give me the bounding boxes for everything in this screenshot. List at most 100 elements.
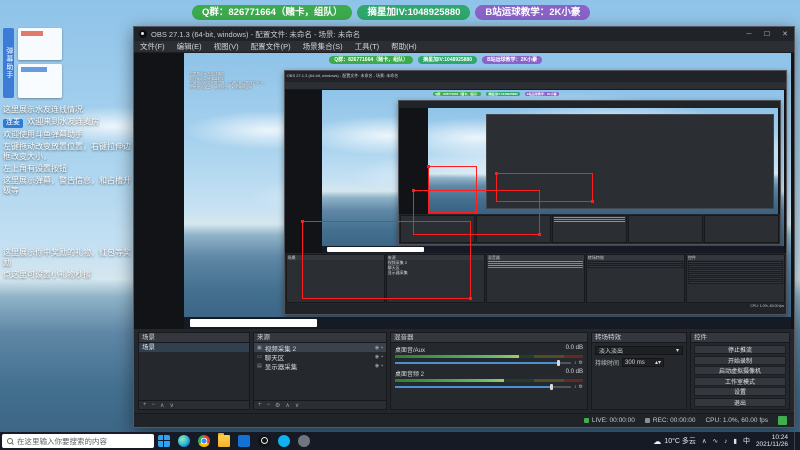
source-selection-rect[interactable]: [426, 165, 478, 214]
volume-slider[interactable]: ♪ ⚙: [395, 359, 583, 366]
studio-mode-button[interactable]: 工作室模式: [694, 376, 786, 386]
menu-file[interactable]: 文件(F): [134, 41, 171, 52]
overlay-chip-row: 连麦 欢迎来到水友连麦房: [3, 117, 135, 128]
obs-titlebar[interactable]: OBS 27.1.3 (64-bit, windows) - 配置文件: 未命名…: [134, 27, 794, 41]
obs-menubar: 文件(F) 编辑(E) 视图(V) 配置文件(P) 场景集合(S) 工具(T) …: [134, 41, 794, 53]
scenes-dock: 场景 场景 + − ∧ ∨: [138, 332, 250, 410]
transitions-dock-title[interactable]: 转场特效: [592, 333, 686, 343]
language-indicator[interactable]: 中: [743, 436, 750, 446]
menu-view[interactable]: 视图(V): [208, 41, 245, 52]
volume-icon[interactable]: ♪: [724, 438, 727, 445]
captured-statusbar: CPU: 1.0%, 60.00 fps: [284, 304, 787, 315]
obs-window: OBS 27.1.3 (64-bit, windows) - 配置文件: 未命名…: [133, 26, 795, 428]
channel-db: 0.0 dB: [565, 345, 583, 351]
obs-taskbar-icon[interactable]: [258, 435, 270, 447]
scenes-list[interactable]: 场景: [139, 343, 249, 400]
tray-expand-icon[interactable]: ∧: [702, 437, 707, 445]
maximize-button[interactable]: ☐: [758, 27, 776, 41]
add-source-button[interactable]: +: [258, 402, 262, 408]
source-selection-rect[interactable]: [301, 220, 472, 300]
channel-settings-icon[interactable]: ⚙: [579, 384, 583, 390]
mixer-dock-title[interactable]: 混音器: [391, 333, 587, 343]
battery-icon[interactable]: ▮: [733, 437, 737, 445]
menu-edit[interactable]: 编辑(E): [171, 41, 208, 52]
search-icon: [7, 438, 13, 444]
taskbar-search[interactable]: 在这里输入你要搜索的内容: [2, 434, 154, 448]
menu-scene-collection[interactable]: 场景集合(S): [297, 41, 349, 52]
taskbar-clock[interactable]: 10:24 2021/11/26: [756, 434, 788, 449]
rec-indicator-icon: [644, 417, 650, 423]
overlay-tip: 欢迎使用斗鱼弹幕助手: [3, 129, 83, 139]
controls-dock-title[interactable]: 控件: [691, 333, 789, 343]
show-desktop-button[interactable]: [794, 432, 797, 450]
visibility-eye-icon[interactable]: ◉: [375, 354, 379, 360]
danmaku-helper-window[interactable]: 弹幕助手: [3, 28, 133, 100]
weather-widget[interactable]: ☁ 10°C 多云: [653, 436, 696, 446]
add-scene-button[interactable]: +: [143, 402, 147, 408]
qq-icon[interactable]: [278, 435, 290, 447]
network-icon[interactable]: ∿: [713, 437, 718, 445]
volume-meter: [395, 379, 583, 382]
duration-label: 持续时间: [595, 361, 620, 367]
bilibili-pill: B站运球教学：2K小豪: [524, 91, 559, 96]
scene-item[interactable]: 场景: [139, 343, 249, 352]
sources-dock-title[interactable]: 来源: [254, 333, 386, 343]
channel-settings-icon[interactable]: ⚙: [579, 360, 583, 366]
transition-select[interactable]: 淡入淡出 ▾: [595, 346, 683, 355]
speaker-icon[interactable]: ♪: [574, 384, 577, 390]
source-down-button[interactable]: ∨: [295, 402, 299, 409]
visibility-eye-icon[interactable]: ◉: [375, 363, 379, 369]
source-row[interactable]: ▤ 显示器采集 ◉ ▪: [254, 361, 386, 371]
source-up-button[interactable]: ∧: [285, 402, 289, 409]
chrome-icon[interactable]: [198, 435, 210, 447]
exit-button[interactable]: 退出: [694, 397, 786, 407]
helper-card-2[interactable]: [18, 64, 62, 98]
remove-source-button[interactable]: −: [267, 402, 271, 408]
menu-profile[interactable]: 配置文件(P): [245, 41, 297, 52]
obs-docks: 场景 场景 + − ∧ ∨ 来源 ▣ 视频采集 2 ◉ ▪ ▭ 聊天区 ◉ ▪ …: [134, 329, 794, 413]
overlay-gift-tip[interactable]: 点这里可设置小礼物秒擦: [3, 270, 135, 280]
store-icon[interactable]: [238, 435, 250, 447]
captured-desktop: Q群：826771664（赌卡，组队） 摘星加IV:1048925880 B站运…: [183, 53, 791, 329]
scene-up-button[interactable]: ∧: [160, 402, 164, 409]
captured-obs-titlebar: [399, 100, 780, 108]
virtual-camera-button[interactable]: 启动虚拟摄像机: [694, 366, 786, 375]
settings-icon[interactable]: [298, 435, 310, 447]
scenes-dock-title[interactable]: 场景: [139, 333, 249, 343]
menu-tools[interactable]: 工具(T): [349, 41, 386, 52]
close-button[interactable]: ✕: [776, 27, 794, 41]
helper-title: 弹幕助手: [5, 47, 13, 79]
volume-meter: [395, 355, 583, 358]
cpu-status: CPU: 1.0%, 60.00 fps: [705, 417, 768, 424]
overlay-links-line: 这里展示水友连线情况: [3, 105, 83, 114]
lock-icon[interactable]: ▪: [381, 363, 383, 369]
file-explorer-icon[interactable]: [218, 433, 230, 447]
scene-down-button[interactable]: ∨: [169, 402, 173, 409]
system-tray: ☁ 10°C 多云 ∧ ∿ ♪ ▮ 中 10:24 2021/11/26: [653, 432, 800, 450]
start-recording-button[interactable]: 开始录制: [694, 355, 786, 365]
speaker-icon[interactable]: ♪: [574, 360, 577, 366]
rec-status: REC: 00:00:00: [644, 417, 695, 424]
edge-icon[interactable]: [178, 435, 190, 447]
captured-obs-titlebar: OBS 27.1.3 (64-bit, windows) - 配置文件: 未命名…: [284, 70, 787, 82]
stop-streaming-button[interactable]: 停止推流: [694, 345, 786, 354]
obs-preview-canvas[interactable]: Q群：826771664（赌卡，组队） 摘星加IV:1048925880 B站运…: [134, 53, 794, 329]
volume-slider[interactable]: ♪ ⚙: [395, 383, 583, 390]
sources-list[interactable]: ▣ 视频采集 2 ◉ ▪ ▭ 聊天区 ◉ ▪ ▤ 显示器采集 ◉ ▪: [254, 343, 386, 400]
obs-logo-icon: [139, 30, 147, 38]
visibility-eye-icon[interactable]: ◉: [375, 345, 379, 351]
lock-icon[interactable]: ▪: [381, 345, 383, 351]
duration-spinner[interactable]: 300 ms ▴▾: [622, 358, 665, 367]
minimize-button[interactable]: ─: [740, 27, 758, 41]
live-indicator-icon: [583, 417, 589, 423]
spinner-arrows-icon[interactable]: ▴▾: [655, 359, 661, 366]
menu-help[interactable]: 帮助(H): [385, 41, 422, 52]
start-button[interactable]: [158, 435, 170, 447]
remove-scene-button[interactable]: −: [152, 402, 156, 408]
lock-icon[interactable]: ▪: [381, 354, 383, 360]
settings-button[interactable]: 设置: [694, 387, 786, 396]
controls-dock: 控件 停止推流 开始录制 启动虚拟摄像机 工作室模式 设置 退出: [690, 332, 790, 410]
source-properties-icon[interactable]: ⚙: [275, 402, 280, 409]
audio-mixer-dock: 混音器 桌面音/Aux 0.0 dB ♪ ⚙ 桌面音频 2 0.0 dB ♪ ⚙: [390, 332, 588, 410]
helper-card-1[interactable]: [18, 28, 62, 60]
